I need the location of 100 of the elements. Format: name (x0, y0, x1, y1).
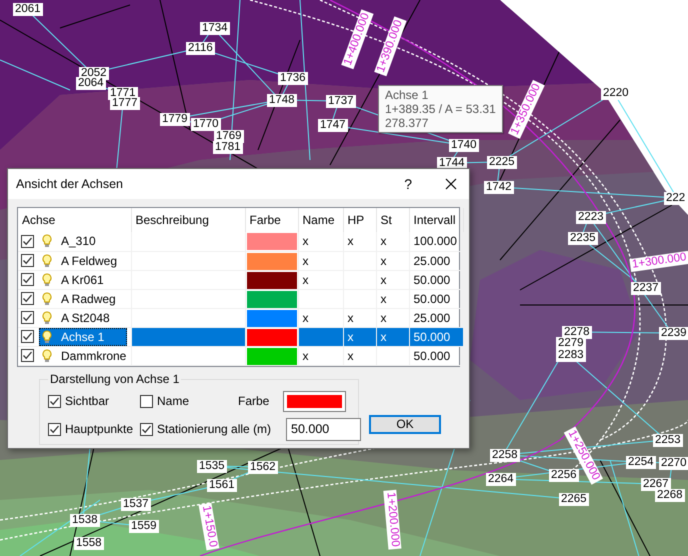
axis-name: A Radweg (61, 292, 116, 306)
flag-mark: x (302, 272, 308, 286)
checkbox[interactable] (21, 273, 34, 286)
point-label: 2220 (601, 87, 631, 100)
checkbox[interactable] (48, 422, 61, 436)
point-label: 2225 (487, 156, 517, 169)
checkbox[interactable] (140, 394, 153, 408)
flag-mark: x (302, 234, 308, 248)
axis-name: Dammkrone (61, 348, 126, 362)
tooltip-text: 1+389.35 / A = 53.31 (385, 102, 496, 116)
point-label: 1740 (449, 139, 479, 152)
point-label: 1537 (121, 498, 151, 511)
point-label: 2270 (659, 457, 688, 470)
column-header[interactable]: St (376, 208, 409, 232)
interval-value: 50.000 (414, 330, 450, 344)
checkbox[interactable] (21, 330, 34, 343)
point-label: 2278 (562, 326, 592, 339)
point-label: 2258 (490, 449, 520, 462)
flag-mark: x (348, 234, 354, 248)
point-label: 2283 (556, 349, 586, 362)
interval-value: 50.000 (414, 348, 450, 362)
tooltip-text: 278.377 (385, 116, 430, 130)
lightbulb-icon (42, 234, 52, 248)
close-icon[interactable] (445, 178, 457, 190)
flag-mark: x (302, 254, 308, 268)
checkbox[interactable] (21, 234, 34, 248)
tooltip-title: Achse 1 (385, 88, 430, 102)
point-label: 2264 (486, 473, 516, 486)
checkbox[interactable] (48, 394, 61, 408)
point-label: 1742 (484, 181, 514, 194)
flag-mark: x (380, 292, 386, 306)
flag-mark: x (302, 348, 308, 362)
column-header[interactable]: Farbe (245, 208, 298, 232)
lightbulb-icon (42, 292, 52, 306)
lightbulb-icon (42, 330, 52, 344)
point-label: 2237 (631, 282, 661, 295)
axis-name: A Kr061 (61, 272, 104, 286)
point-label: 1777 (110, 97, 140, 110)
point-label: 1562 (248, 461, 278, 474)
interval-value: 100.000 (414, 234, 457, 248)
color-picker[interactable] (283, 390, 346, 412)
flag-mark: x (380, 310, 386, 324)
axis-name: A_310 (61, 234, 96, 248)
checkbox[interactable] (21, 292, 34, 305)
interval-field[interactable]: 50.000 (286, 418, 361, 440)
point-label: 1559 (129, 520, 159, 533)
point-label: 2254 (626, 456, 656, 469)
dialog-title: Ansicht der Achsen (16, 176, 124, 193)
point-label: 2267 (641, 478, 671, 491)
group-title: Darstellung von Achse 1 (48, 372, 182, 386)
flag-mark: x (380, 330, 386, 344)
point-label: 1558 (74, 537, 104, 550)
column-header[interactable]: HP (343, 208, 376, 232)
checkbox[interactable] (21, 349, 34, 362)
point-label: 2235 (568, 232, 598, 245)
axis-name: Achse 1 (61, 330, 104, 344)
axis-name: A Feldweg (61, 254, 118, 268)
checkbox[interactable] (21, 311, 34, 324)
interval-value: 25.000 (414, 310, 450, 324)
flag-mark: x (302, 310, 308, 324)
point-label: 2268 (655, 489, 685, 502)
point-label: 1736 (278, 72, 308, 85)
lightbulb-icon (42, 272, 52, 286)
point-label: 1770 (191, 118, 221, 131)
axis-name: A St2048 (61, 310, 110, 324)
point-label: 2253 (653, 434, 683, 447)
point-label: 2061 (13, 3, 43, 16)
column-header[interactable]: Achse (18, 208, 131, 232)
flag-mark: x (380, 254, 386, 268)
point-label: 1538 (70, 514, 100, 527)
checkbox-label: Hauptpunkte (65, 421, 134, 438)
checkbox-label: Name (157, 393, 190, 410)
checkbox-label: Sichtbar (65, 393, 110, 410)
point-label: 1561 (207, 479, 237, 492)
point-label: 1779 (160, 113, 190, 126)
point-label: 1748 (267, 94, 297, 107)
column-header[interactable]: Name (298, 208, 343, 232)
point-label: 2116 (186, 42, 215, 55)
point-label: 1737 (326, 95, 356, 108)
column-header[interactable]: Intervall (409, 208, 463, 232)
point-label: 2279 (556, 337, 586, 350)
point-label: 2239 (659, 327, 688, 340)
help-button[interactable]: ? (404, 174, 412, 194)
checkbox[interactable] (140, 422, 153, 436)
point-label: 222 (664, 192, 688, 205)
flag-mark: x (348, 330, 354, 344)
flag-mark: x (348, 310, 354, 324)
checkbox[interactable] (21, 254, 34, 267)
color-label: Farbe (238, 393, 270, 410)
point-label: 1747 (318, 119, 348, 132)
flag-mark: x (380, 272, 386, 286)
interval-value: 25.000 (414, 254, 450, 268)
flag-mark: x (380, 234, 386, 248)
ok-button[interactable]: OK (369, 414, 441, 434)
column-header[interactable]: Beschreibung (131, 208, 245, 232)
point-label: 1734 (200, 22, 230, 35)
lightbulb-icon (42, 254, 52, 268)
checkbox-label: Stationierung alle (m) (157, 421, 272, 438)
interval-value: 50.000 (414, 272, 450, 286)
point-label: 2265 (559, 493, 589, 506)
